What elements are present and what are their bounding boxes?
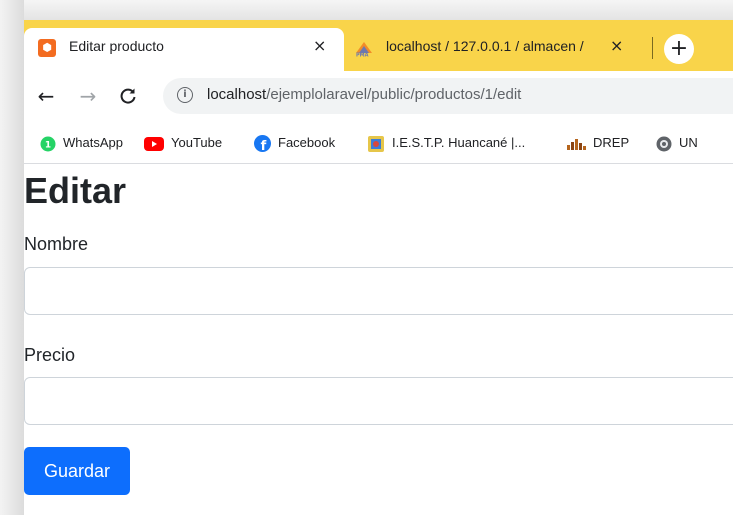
tab-editar-producto[interactable]: ⬢ Editar producto × xyxy=(24,28,344,71)
whatsapp-icon: 1 xyxy=(40,136,56,152)
globe-icon xyxy=(656,136,672,152)
phpmyadmin-icon: PMA xyxy=(356,42,372,58)
browser-window: ⬢ Editar producto × PMA localhost / 127.… xyxy=(24,20,733,515)
precio-input[interactable] xyxy=(24,377,733,425)
forward-arrow-icon[interactable]: → xyxy=(76,84,100,108)
bookmarks-bar: 1 WhatsApp YouTube f Facebook I.E.S.T.P.… xyxy=(24,123,733,164)
facebook-icon: f xyxy=(254,135,271,153)
nombre-label: Nombre xyxy=(24,234,89,254)
url-text[interactable]: localhost/ejemplolaravel/public/producto… xyxy=(207,86,521,103)
bookmark-label: YouTube xyxy=(171,135,223,150)
close-tab-icon[interactable]: × xyxy=(313,36,326,55)
svg-text:1: 1 xyxy=(45,140,51,150)
screenshot-frame: ⬢ Editar producto × PMA localhost / 127.… xyxy=(0,0,733,515)
window-shadow-top xyxy=(0,0,733,20)
close-tab-icon[interactable]: × xyxy=(610,36,623,55)
bookmark-label: I.E.S.T.P. Huancané |... xyxy=(392,135,526,150)
bookmark-label: WhatsApp xyxy=(63,135,123,150)
site-info-icon[interactable]: i xyxy=(177,87,193,103)
laravel-icon: ⬢ xyxy=(38,39,56,57)
svg-text:PMA: PMA xyxy=(356,53,369,58)
url-path: /ejemplolaravel/public/productos/1/edit xyxy=(266,86,522,103)
tab-title: Editar producto xyxy=(69,38,164,54)
bookmark-label: DREP xyxy=(593,135,630,150)
nombre-input[interactable] xyxy=(24,267,733,315)
tab-strip: ⬢ Editar producto × PMA localhost / 127.… xyxy=(24,20,733,71)
svg-text:f: f xyxy=(261,139,267,152)
guardar-button[interactable]: Guardar xyxy=(24,447,130,495)
drep-icon xyxy=(567,138,586,150)
bookmark-drep[interactable]: DREP xyxy=(566,133,629,153)
new-tab-button[interactable]: + xyxy=(664,34,694,64)
tab-title: localhost / 127.0.0.1 / almacen / xyxy=(386,38,584,54)
bookmark-whatsapp[interactable]: 1 WhatsApp xyxy=(40,133,123,153)
tab-separator xyxy=(652,37,653,59)
back-arrow-icon[interactable]: ← xyxy=(34,84,58,108)
url-host: localhost xyxy=(207,86,267,103)
bookmark-label: UN xyxy=(679,135,698,150)
school-icon xyxy=(368,135,384,152)
reload-icon[interactable] xyxy=(116,84,140,108)
window-shadow-left xyxy=(0,0,24,515)
tab-phpmyadmin[interactable]: PMA localhost / 127.0.0.1 / almacen / × xyxy=(346,28,646,68)
bookmark-facebook[interactable]: f Facebook xyxy=(254,133,335,153)
page-content: Editar Nombre Precio Guardar xyxy=(24,164,733,515)
bookmark-youtube[interactable]: YouTube xyxy=(144,133,222,153)
bookmark-label: Facebook xyxy=(278,135,336,150)
bookmark-iestp-huancane[interactable]: I.E.S.T.P. Huancané |... xyxy=(367,133,525,153)
browser-toolbar: ← → i localhost/ejemplolaravel/public/pr… xyxy=(24,71,733,123)
bookmark-un[interactable]: UN xyxy=(656,133,698,153)
precio-label: Precio xyxy=(24,345,76,365)
address-bar[interactable]: i localhost/ejemplolaravel/public/produc… xyxy=(163,78,733,114)
page-title: Editar xyxy=(24,170,127,211)
youtube-icon xyxy=(144,136,164,151)
